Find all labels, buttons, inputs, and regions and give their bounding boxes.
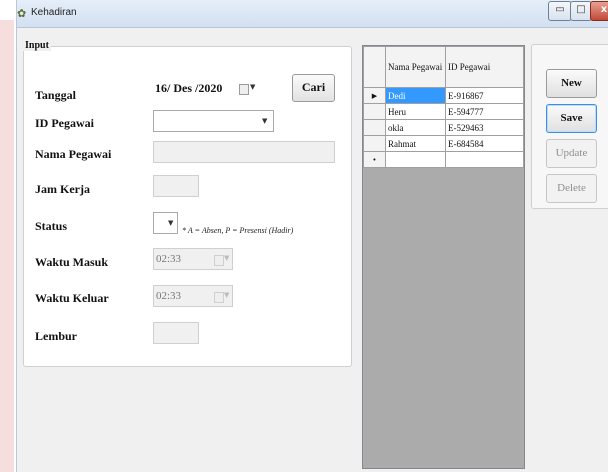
row-header[interactable]: [363, 119, 386, 136]
calendar-icon: [214, 255, 224, 266]
cell-nama[interactable]: Rahmat: [385, 135, 446, 152]
waktu-masuk-timepicker[interactable]: 02:33 ▼: [153, 248, 233, 270]
app-icon: ✿: [17, 8, 27, 20]
titlebar: ✿ Kehadiran ▭ □ x: [17, 0, 608, 28]
waktu-keluar-value: 02:33: [156, 290, 182, 302]
status-label: Status: [35, 219, 68, 233]
chevron-down-icon: ▼: [168, 219, 174, 227]
waktu-keluar-timepicker[interactable]: 02:33 ▼: [153, 285, 233, 307]
delete-button[interactable]: Delete: [546, 174, 597, 203]
cell-id[interactable]: E-594777: [445, 103, 524, 120]
jam-kerja-field[interactable]: [153, 175, 199, 197]
nama-pegawai-field[interactable]: [153, 141, 335, 163]
waktu-masuk-label: Waktu Masuk: [35, 255, 109, 269]
new-button[interactable]: New: [546, 69, 597, 98]
maximize-button[interactable]: □: [570, 1, 592, 21]
table-header-row: Nama Pegawai ID Pegawai: [363, 46, 524, 88]
cari-button[interactable]: Cari: [292, 74, 335, 102]
jam-kerja-label: Jam Kerja: [35, 182, 90, 196]
update-button[interactable]: Update: [546, 139, 597, 168]
row-selector-icon[interactable]: ▶: [363, 87, 386, 104]
calendar-icon[interactable]: [239, 84, 249, 95]
window-title: Kehadiran: [31, 7, 77, 18]
column-header-id[interactable]: ID Pegawai: [445, 46, 524, 88]
chevron-down-icon: ▼: [224, 254, 230, 262]
tanggal-datepicker[interactable]: 16/ Des /2020 ▼: [153, 78, 261, 100]
table-row[interactable]: ▶ Dedi E-916867: [363, 87, 524, 104]
status-note: * A = Absen, P = Presensi (Hadir): [182, 226, 294, 235]
lembur-field[interactable]: [153, 322, 199, 344]
row-header[interactable]: [363, 135, 386, 152]
save-button[interactable]: Save: [546, 104, 597, 133]
cell-nama[interactable]: Dedi: [385, 87, 446, 104]
status-combobox[interactable]: ▼: [153, 212, 178, 234]
tanggal-label: Tanggal: [35, 88, 76, 102]
waktu-masuk-value: 02:33: [156, 253, 182, 265]
id-pegawai-label: ID Pegawai: [35, 116, 94, 130]
close-button[interactable]: x: [590, 1, 608, 21]
kehadiran-window: ✿ Kehadiran ▭ □ x Input Tanggal 16/ Des …: [16, 0, 608, 472]
table-new-row[interactable]: •: [363, 151, 524, 168]
id-pegawai-combobox[interactable]: ▼: [153, 110, 274, 132]
input-group-title: Input: [23, 40, 51, 51]
chevron-down-icon: ▼: [224, 291, 230, 299]
table-row[interactable]: Heru E-594777: [363, 103, 524, 120]
chevron-down-icon: ▼: [262, 117, 268, 125]
cell-nama[interactable]: okla: [385, 119, 446, 136]
action-panel: New Save Update Delete: [531, 44, 608, 209]
background-stripe: [0, 20, 14, 472]
nama-pegawai-label: Nama Pegawai: [35, 147, 112, 161]
cell-id[interactable]: E-529463: [445, 119, 524, 136]
tanggal-value: 16/ Des /2020: [155, 81, 223, 95]
column-header-nama[interactable]: Nama Pegawai: [385, 46, 446, 88]
cell-nama[interactable]: [385, 151, 446, 168]
waktu-keluar-label: Waktu Keluar: [35, 291, 109, 305]
table-row[interactable]: okla E-529463: [363, 119, 524, 136]
cell-id[interactable]: [445, 151, 524, 168]
table-row[interactable]: Rahmat E-684584: [363, 135, 524, 152]
cell-nama[interactable]: Heru: [385, 103, 446, 120]
cell-id[interactable]: E-916867: [445, 87, 524, 104]
cell-id[interactable]: E-684584: [445, 135, 524, 152]
pegawai-table: Nama Pegawai ID Pegawai ▶ Dedi E-916867 …: [363, 46, 524, 168]
calendar-icon: [214, 292, 224, 303]
chevron-down-icon: ▼: [250, 83, 256, 91]
lembur-label: Lembur: [35, 329, 77, 343]
new-row-icon[interactable]: •: [363, 151, 386, 168]
row-header[interactable]: [363, 103, 386, 120]
pegawai-datagrid[interactable]: Nama Pegawai ID Pegawai ▶ Dedi E-916867 …: [362, 45, 525, 469]
row-header-corner: [363, 46, 386, 88]
minimize-button[interactable]: ▭: [548, 1, 572, 21]
